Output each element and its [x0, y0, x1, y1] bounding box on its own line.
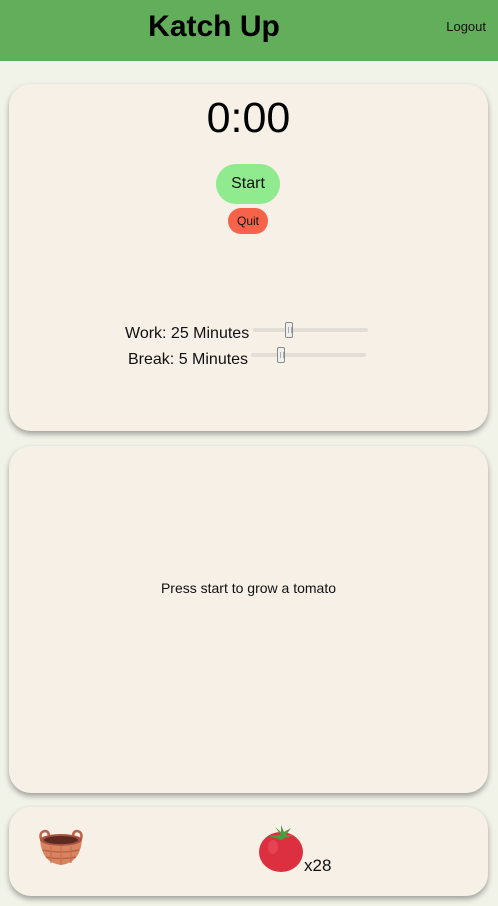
timer-card: 0:00 Start Quit Work: 25 Minutes Break: …: [9, 84, 488, 431]
logout-link[interactable]: Logout: [446, 19, 486, 34]
work-slider-thumb[interactable]: [285, 322, 293, 338]
work-slider-label: Work: 25 Minutes: [125, 325, 250, 342]
timer-display: 0:00: [206, 94, 291, 142]
work-slider-row: Work: 25 Minutes: [9, 322, 488, 344]
inventory-card: x28: [9, 807, 488, 896]
app-header: Katch Up Logout: [0, 0, 498, 61]
quit-button[interactable]: Quit: [228, 208, 268, 234]
tomato-count: x28: [304, 856, 332, 875]
tomato-growth-card: Press start to grow a tomato: [9, 446, 488, 793]
start-button[interactable]: Start: [216, 164, 280, 204]
grow-message: Press start to grow a tomato: [160, 580, 337, 596]
tomato-icon: [257, 823, 305, 873]
work-slider[interactable]: [253, 322, 368, 338]
app-title: Katch Up: [148, 10, 280, 43]
break-slider-label: Break: 5 Minutes: [128, 351, 249, 368]
break-slider[interactable]: [251, 347, 366, 363]
break-slider-thumb[interactable]: [277, 347, 285, 363]
basket-icon[interactable]: [37, 829, 85, 867]
break-slider-row: Break: 5 Minutes: [9, 347, 488, 370]
